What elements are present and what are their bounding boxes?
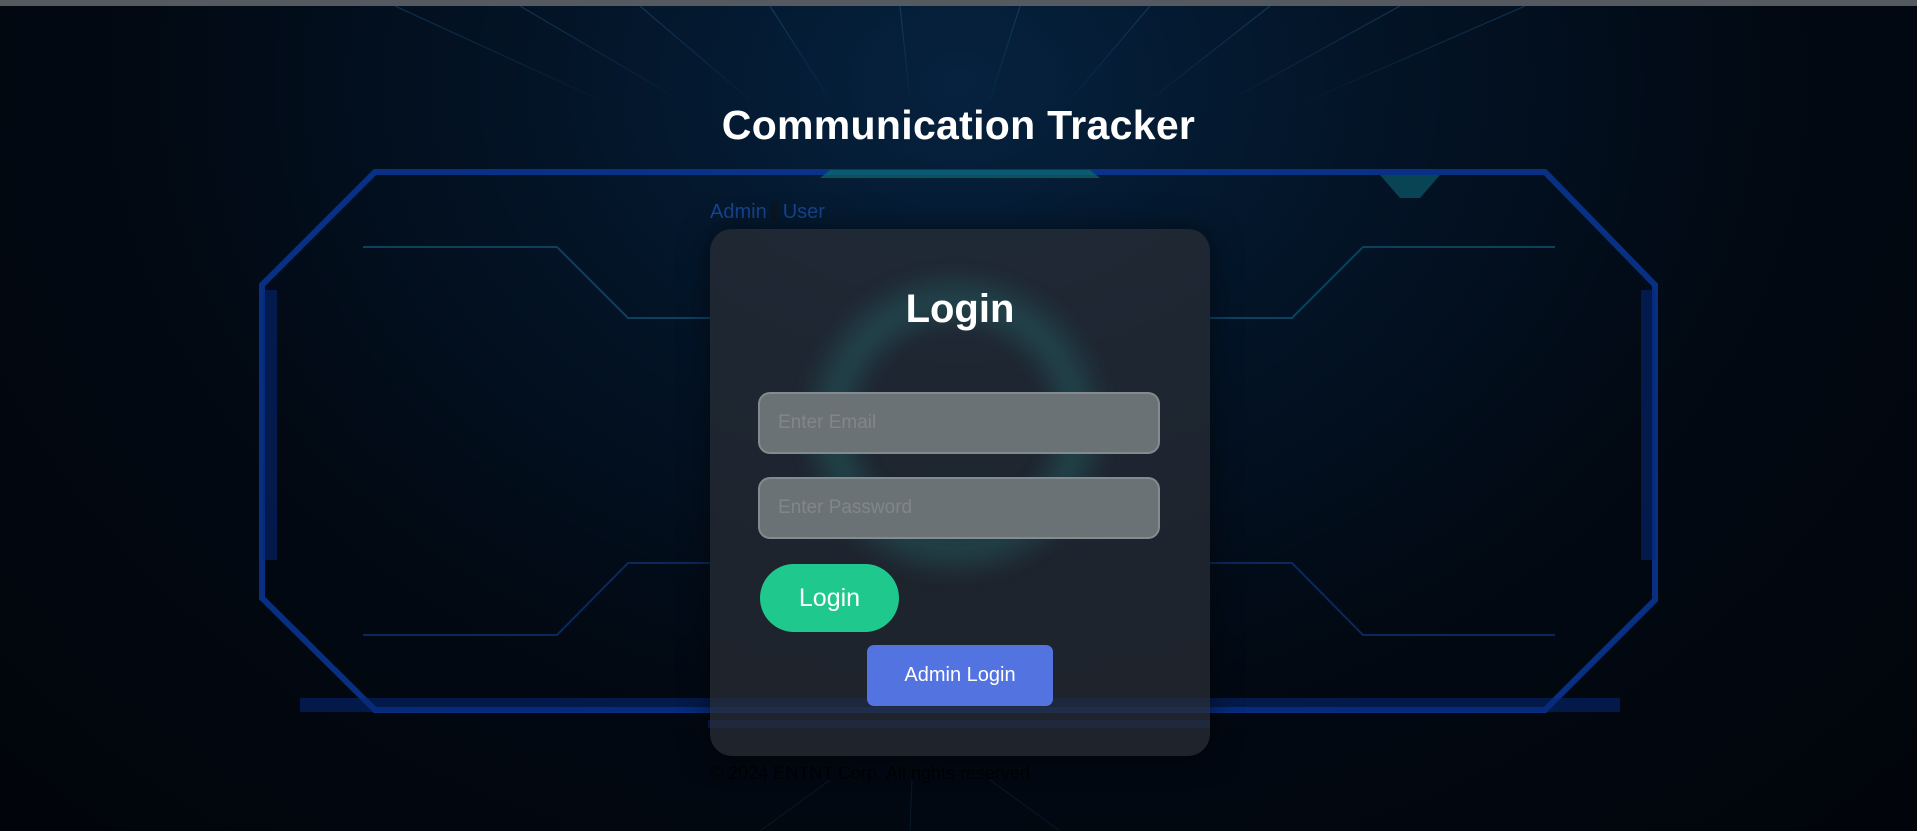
password-field[interactable] (758, 477, 1160, 539)
login-card: Login Login Admin Login (710, 229, 1210, 756)
tab-separator (770, 201, 777, 221)
login-title: Login (905, 287, 1015, 331)
email-field[interactable] (758, 392, 1160, 454)
tab-admin[interactable]: Admin (710, 201, 767, 223)
app-title: Communication Tracker (721, 102, 1196, 148)
tab-user[interactable]: User (783, 201, 825, 223)
login-page: Communication Tracker Admin User Login Lo… (0, 0, 1917, 831)
admin-login-button[interactable]: Admin Login (867, 645, 1053, 706)
login-button[interactable]: Login (760, 564, 899, 632)
role-tabs: Admin User (710, 201, 825, 224)
footer-copyright: © 2024 ENTNT Corp. All rights reserved. (710, 763, 1036, 783)
